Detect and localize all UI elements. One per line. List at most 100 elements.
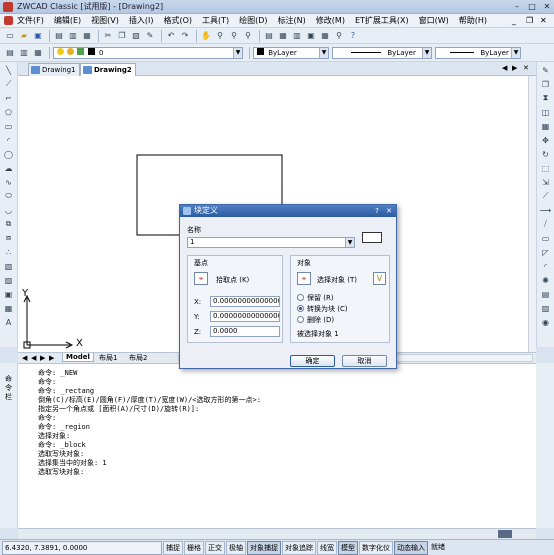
tab-layout2[interactable]: 布局2 (126, 353, 150, 363)
help-icon[interactable]: ? (347, 30, 359, 42)
tab-close-icon[interactable]: ✕ (523, 64, 529, 72)
grid-toggle[interactable]: 栅格 (184, 540, 204, 555)
command-panel-handle[interactable]: 命令栏 (0, 363, 18, 528)
layer-state-icon[interactable]: ▥ (18, 47, 30, 59)
paste-icon[interactable]: ▧ (130, 30, 142, 42)
print-preview-icon[interactable]: ▥ (67, 30, 79, 42)
command-scrollbar[interactable] (536, 363, 554, 528)
zoom-realtime-icon[interactable]: ⚲ (214, 30, 226, 42)
lineweight-toggle[interactable]: 线宽 (317, 540, 337, 555)
tab-drawing1[interactable]: Drawing1 (28, 63, 80, 76)
circle-icon[interactable]: ◯ (3, 148, 15, 160)
save-icon[interactable]: ▣ (32, 30, 44, 42)
command-history[interactable]: 命令: _NEW 命令: 命令: _rectang 倒角(C)/标高(E)/圆角… (18, 363, 536, 528)
chamfer-icon[interactable]: ◸ (540, 246, 552, 258)
menu-et-tools[interactable]: ET扩展工具(X) (355, 15, 409, 26)
convert-to-block-radio[interactable] (297, 305, 304, 312)
quick-select-filter-icon[interactable]: ⴸ (373, 272, 386, 285)
dialog-help-button[interactable]: ? (372, 206, 382, 216)
menu-format[interactable]: 格式(O) (163, 15, 192, 26)
line-icon[interactable]: ╲ (3, 64, 15, 76)
stretch-icon[interactable]: ⇲ (540, 176, 552, 188)
properties-icon[interactable]: ▤ (263, 30, 275, 42)
open-folder-icon[interactable]: ▰ (18, 30, 30, 42)
layout-last-icon[interactable]: ▶ (49, 354, 54, 362)
otrack-toggle[interactable]: 对象追踪 (282, 540, 316, 555)
mdi-minimize-button[interactable]: _ (512, 16, 516, 25)
retain-label[interactable]: 保留 (R) (307, 293, 334, 303)
mtext-icon[interactable]: A (3, 316, 15, 328)
dialog-close-button[interactable]: ✕ (384, 206, 394, 216)
delete-label[interactable]: 删除 (D) (307, 315, 334, 325)
point-icon[interactable]: ∴ (3, 246, 15, 258)
explode-icon[interactable]: ✺ (540, 274, 552, 286)
menu-insert[interactable]: 插入(I) (129, 15, 154, 26)
maximize-button[interactable]: □ (525, 1, 539, 12)
align-icon[interactable]: ▤ (540, 288, 552, 300)
polar-toggle[interactable]: 极轴 (226, 540, 246, 555)
mdi-close-button[interactable]: ✕ (540, 16, 547, 25)
command-horizontal-scrollbar[interactable] (18, 528, 536, 539)
select-objects-icon[interactable]: ⌖ (297, 272, 311, 285)
doc-icon[interactable] (4, 16, 13, 25)
osnap-toggle[interactable]: 对象捕捉 (247, 540, 281, 555)
arc-icon[interactable]: ◜ (3, 134, 15, 146)
gradient-icon[interactable]: ▨ (3, 274, 15, 286)
mdi-restore-button[interactable]: ❐ (526, 16, 533, 25)
join-icon[interactable]: ▭ (540, 232, 552, 244)
array-icon[interactable]: ▦ (540, 120, 552, 132)
trim-icon[interactable]: ⟋ (540, 190, 552, 202)
block-name-combobox[interactable]: 1 ▼ (187, 237, 355, 248)
linetype-dropdown[interactable]: ByLayer ▼ (332, 46, 432, 59)
erase-icon[interactable]: ✎ (540, 64, 552, 76)
copy-object-icon[interactable]: ❐ (540, 78, 552, 90)
publish-icon[interactable]: ▦ (81, 30, 93, 42)
tab-scroll-right-icon[interactable]: ▶ (512, 64, 517, 72)
tab-layout1[interactable]: 布局1 (96, 353, 120, 363)
hatch-icon[interactable]: ▧ (3, 260, 15, 272)
revision-cloud-icon[interactable]: ☁ (3, 162, 15, 174)
menu-tools[interactable]: 工具(T) (202, 15, 229, 26)
move-icon[interactable]: ✥ (540, 134, 552, 146)
zoom-previous-icon[interactable]: ⚲ (242, 30, 254, 42)
delete-radio[interactable] (297, 316, 304, 323)
offset-icon[interactable]: ◫ (540, 106, 552, 118)
model-toggle[interactable]: 模型 (338, 540, 358, 555)
polygon-icon[interactable]: ⬠ (3, 106, 15, 118)
menu-view[interactable]: 视图(V) (91, 15, 119, 26)
tab-scroll-left-icon[interactable]: ◀ (502, 64, 507, 72)
new-file-icon[interactable]: ▭ (4, 30, 16, 42)
spline-icon[interactable]: ∿ (3, 176, 15, 188)
redo-icon[interactable]: ↷ (179, 30, 191, 42)
polyline-icon[interactable]: ⌐ (3, 92, 15, 104)
search-icon[interactable]: ⚲ (333, 30, 345, 42)
fillet-icon[interactable]: ◜ (540, 260, 552, 272)
copy-icon[interactable]: ❐ (116, 30, 128, 42)
layout-prev-icon[interactable]: ◀ (31, 354, 36, 362)
menu-file[interactable]: 文件(F) (17, 15, 44, 26)
convert-to-block-label[interactable]: 转换为块 (C) (307, 304, 348, 314)
vertical-scrollbar[interactable] (528, 76, 536, 352)
zoom-window-icon[interactable]: ⚲ (228, 30, 240, 42)
pick-point-icon[interactable]: ⌖ (194, 272, 208, 285)
layer-dropdown[interactable]: 0 ▼ (53, 46, 243, 59)
digitizer-toggle[interactable]: 数字化仪 (359, 540, 393, 555)
tab-model[interactable]: Model (62, 353, 94, 362)
menu-help[interactable]: 帮助(H) (459, 15, 487, 26)
scale-icon[interactable]: ⬚ (540, 162, 552, 174)
tool-palette-icon[interactable]: ▥ (291, 30, 303, 42)
menu-dimension[interactable]: 标注(N) (278, 15, 306, 26)
sheet-set-icon[interactable]: ▣ (305, 30, 317, 42)
table-icon[interactable]: ▦ (3, 302, 15, 314)
ray-icon[interactable]: ⟋ (3, 78, 15, 90)
print-icon[interactable]: ▤ (53, 30, 65, 42)
retain-radio[interactable] (297, 294, 304, 301)
design-center-icon[interactable]: ▦ (277, 30, 289, 42)
break-icon[interactable]: ⧸ (540, 218, 552, 230)
close-button[interactable]: ✕ (540, 1, 554, 12)
calculator-icon[interactable]: ▦ (319, 30, 331, 42)
mirror-icon[interactable]: ⧗ (540, 92, 552, 104)
lineweight-dropdown[interactable]: ByLayer ▼ (435, 46, 521, 59)
base-z-input[interactable]: 0.0000 (210, 326, 280, 337)
undo-icon[interactable]: ↶ (165, 30, 177, 42)
